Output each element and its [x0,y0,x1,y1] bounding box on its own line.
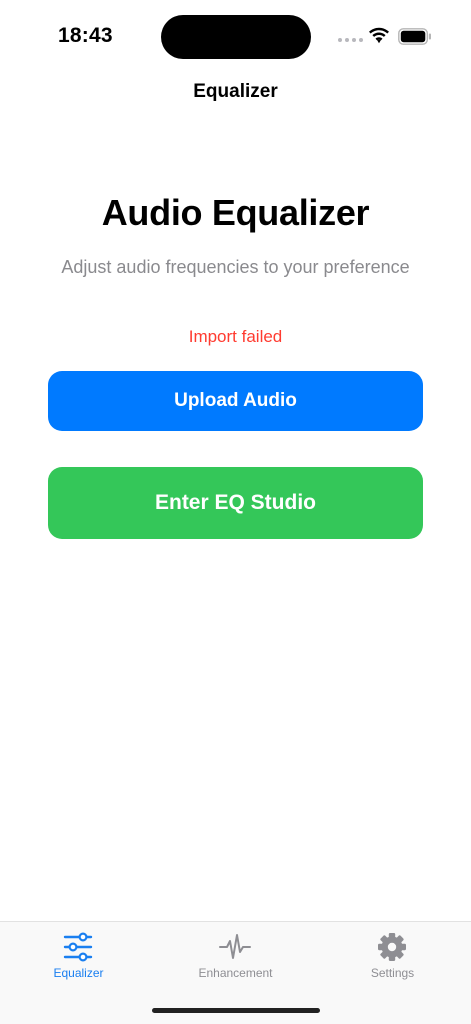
sliders-icon [63,932,93,962]
battery-icon [398,28,431,45]
gear-icon [378,933,406,961]
tab-label-settings: Settings [370,966,415,980]
tab-enhancement[interactable]: Enhancement [157,922,314,992]
upload-audio-button[interactable]: Upload Audio [48,371,423,431]
page-title: Audio Equalizer [101,192,370,233]
wifi-icon [369,27,389,44]
tab-bar: Equalizer Enhancement Settings [0,921,471,1024]
tab-equalizer[interactable]: Equalizer [0,922,157,992]
tab-label-equalizer: Equalizer [53,966,104,980]
status-bar: 18:43 [0,0,471,70]
tab-settings[interactable]: Settings [314,922,471,992]
page-subtitle: Adjust audio frequencies to your prefere… [61,257,410,277]
enter-eq-studio-button[interactable]: Enter EQ Studio [48,467,423,539]
signal-dots-icon [338,38,363,42]
import-error-message: Import failed [188,327,283,346]
tab-label-enhancement: Enhancement [198,966,273,980]
dynamic-island [161,15,311,59]
home-indicator [152,1008,320,1013]
waveform-icon [219,934,251,959]
nav-title: Equalizer [193,81,278,102]
status-time: 18:43 [58,24,113,47]
